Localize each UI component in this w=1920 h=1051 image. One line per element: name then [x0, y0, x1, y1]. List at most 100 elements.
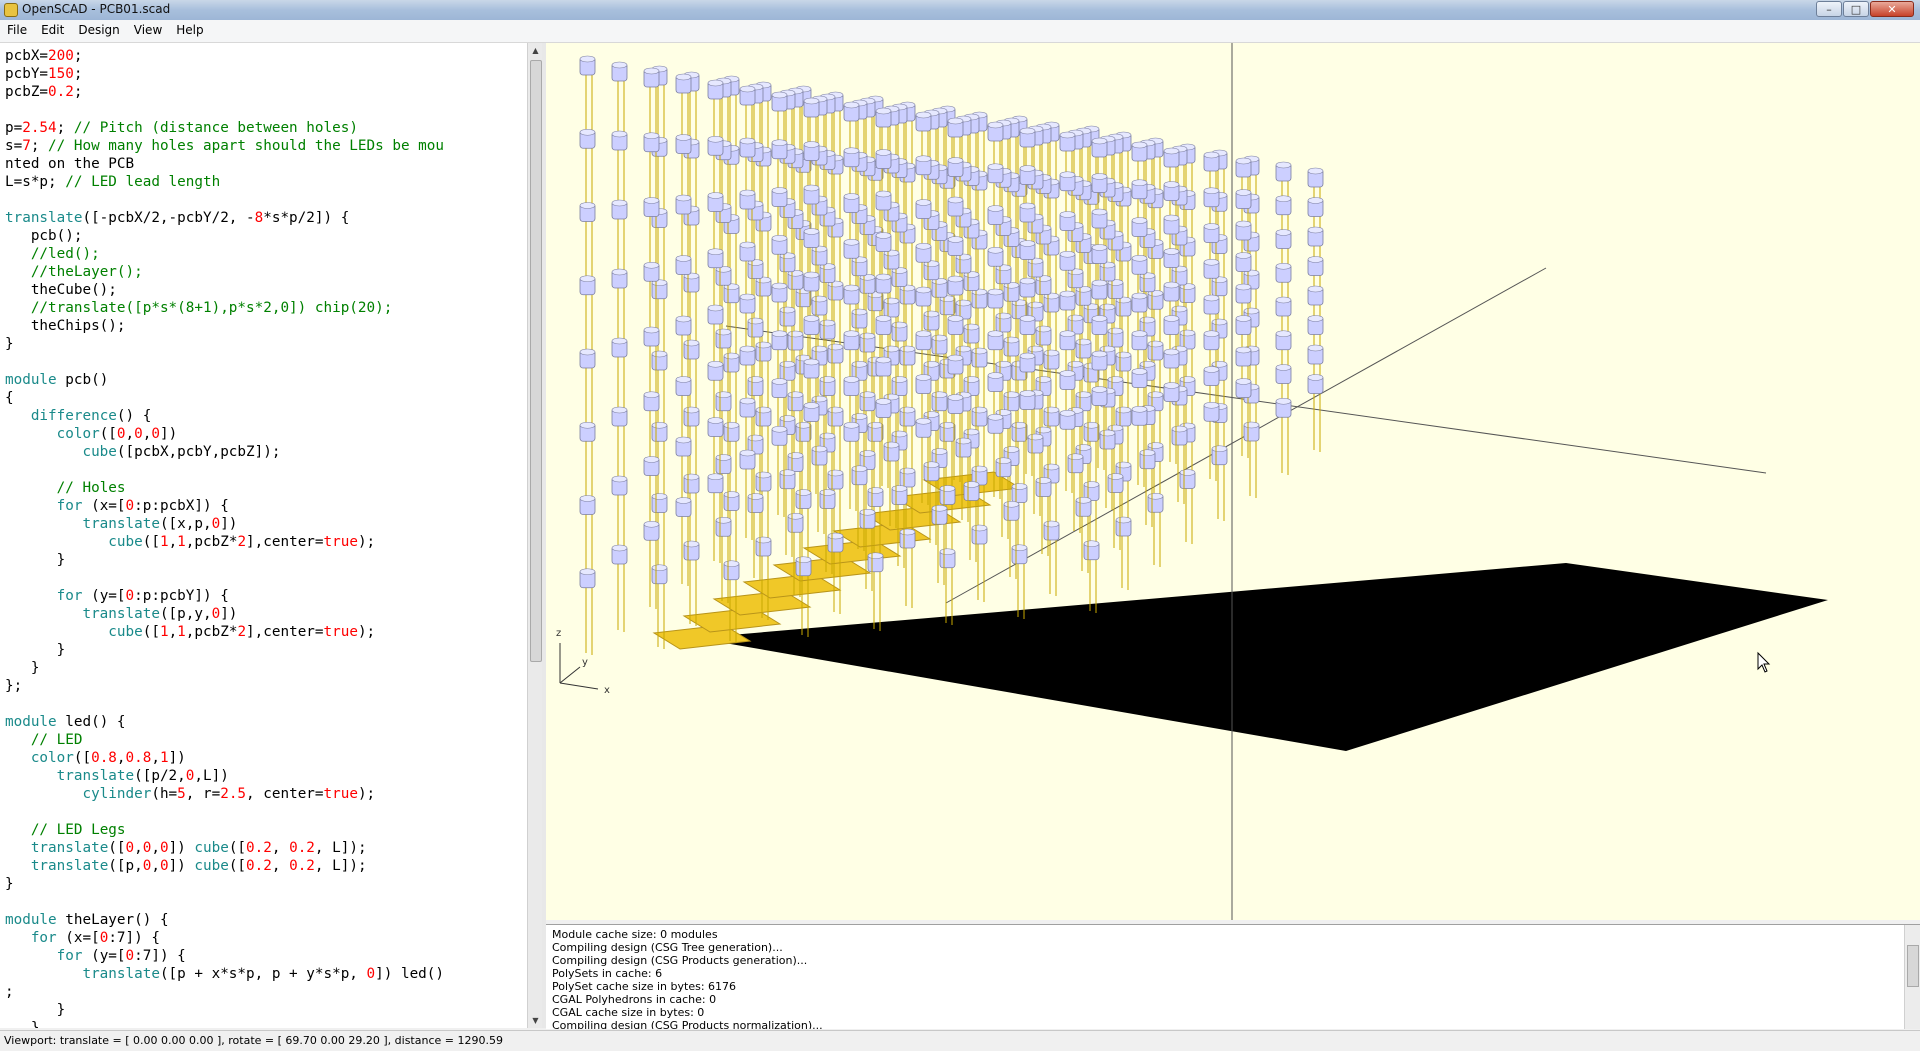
- minimize-button[interactable]: –: [1816, 1, 1842, 17]
- code-line[interactable]: [5, 353, 515, 371]
- code-line[interactable]: ;: [5, 983, 515, 1001]
- code-line[interactable]: // LED Legs: [5, 821, 515, 839]
- code-line[interactable]: };: [5, 677, 515, 695]
- code-line[interactable]: translate([-pcbX/2,-pcbY/2, -8*s*p/2]) {: [5, 209, 515, 227]
- menu-design[interactable]: Design: [71, 20, 126, 42]
- code-line[interactable]: theChips();: [5, 317, 515, 335]
- led-top: [1179, 469, 1196, 476]
- code-line[interactable]: // LED: [5, 731, 515, 749]
- 3d-viewport[interactable]: z x y: [546, 43, 1920, 920]
- console-line: PolySets in cache: 6: [552, 967, 663, 980]
- code-line[interactable]: cube([pcbX,pcbY,pcbZ]);: [5, 443, 515, 461]
- led-top: [1235, 157, 1252, 165]
- code-line[interactable]: translate([x,p,0]): [5, 515, 515, 533]
- code-line[interactable]: translate([p,y,0]): [5, 605, 515, 623]
- console-scroll-thumb[interactable]: [1907, 945, 1919, 987]
- led-top: [803, 271, 820, 279]
- code-line[interactable]: [5, 101, 515, 119]
- code-line[interactable]: }: [5, 1019, 515, 1028]
- code-line[interactable]: for (y=[0:7]) {: [5, 947, 515, 965]
- code-line[interactable]: module led() {: [5, 713, 515, 731]
- code-line[interactable]: {: [5, 389, 515, 407]
- code-line[interactable]: translate([0,0,0]) cube([0.2, 0.2, L]);: [5, 839, 515, 857]
- code-line[interactable]: module theLayer() {: [5, 911, 515, 929]
- code-line[interactable]: p=2.54; // Pitch (distance between holes…: [5, 119, 515, 137]
- code-line[interactable]: [5, 191, 515, 209]
- code-line[interactable]: nted on the PCB: [5, 155, 515, 173]
- led-top: [723, 352, 740, 360]
- code-line[interactable]: translate([p/2,0,L]): [5, 767, 515, 785]
- code-editor[interactable]: pcbX=200; pcbY=150; pcbZ=0.2; p=2.54; // P…: [0, 43, 528, 1028]
- code-line[interactable]: [5, 461, 515, 479]
- led-top: [1043, 520, 1060, 528]
- led-top: [1235, 346, 1252, 354]
- close-button[interactable]: ✕: [1870, 1, 1914, 17]
- code-line[interactable]: }: [5, 875, 515, 893]
- led-top: [771, 282, 788, 290]
- editor-scroll-thumb[interactable]: [530, 60, 542, 662]
- menu-edit[interactable]: Edit: [34, 20, 71, 42]
- code-line[interactable]: //translate([p*s*(8+1),p*s*2,0]) chip(20…: [5, 299, 515, 317]
- led-top: [707, 417, 724, 424]
- led-top: [683, 339, 700, 347]
- code-line[interactable]: }: [5, 1001, 515, 1019]
- code-line[interactable]: cube([1,1,pcbZ*2],center=true);: [5, 623, 515, 641]
- console-line: CGAL cache size in bytes: 0: [552, 1006, 705, 1019]
- led-top: [923, 310, 940, 318]
- code-line[interactable]: for (x=[0:7]) {: [5, 929, 515, 947]
- led-top: [1235, 378, 1252, 385]
- led-top: [1059, 370, 1076, 377]
- code-line[interactable]: pcbY=150;: [5, 65, 515, 83]
- code-text[interactable]: pcbX=200; pcbY=150; pcbZ=0.2; p=2.54; // P…: [5, 47, 515, 1028]
- code-line[interactable]: pcbX=200;: [5, 47, 515, 65]
- rendered-led-cube-scene[interactable]: z x y: [546, 43, 1920, 920]
- led-top: [987, 288, 1004, 296]
- code-line[interactable]: pcbZ=0.2;: [5, 83, 515, 101]
- code-line[interactable]: //theLayer();: [5, 263, 515, 281]
- menu-help[interactable]: Help: [169, 20, 210, 42]
- code-line[interactable]: for (x=[0:p:pcbX]) {: [5, 497, 515, 515]
- code-line[interactable]: [5, 695, 515, 713]
- code-line[interactable]: theCube();: [5, 281, 515, 299]
- code-line[interactable]: }: [5, 659, 515, 677]
- code-line[interactable]: [5, 569, 515, 587]
- code-line[interactable]: cylinder(h=5, r=2.5, center=true);: [5, 785, 515, 803]
- code-line[interactable]: difference() {: [5, 407, 515, 425]
- led-top: [771, 139, 788, 147]
- code-line[interactable]: translate([p,0,0]) cube([0.2, 0.2, L]);: [5, 857, 515, 875]
- led-top: [651, 493, 668, 500]
- led-top: [819, 432, 836, 440]
- led-top: [947, 196, 964, 204]
- code-line[interactable]: [5, 803, 515, 821]
- console-line: PolySet cache size in bytes: 6176: [552, 980, 737, 993]
- code-line[interactable]: cube([1,1,pcbZ*2],center=true);: [5, 533, 515, 551]
- code-line[interactable]: L=s*p; // LED lead length: [5, 173, 515, 191]
- code-line[interactable]: }: [5, 641, 515, 659]
- code-line[interactable]: module pcb(): [5, 371, 515, 389]
- code-line[interactable]: color([0.8,0.8,1]): [5, 749, 515, 767]
- code-line[interactable]: [5, 893, 515, 911]
- led-top: [995, 457, 1012, 465]
- maximize-button[interactable]: □: [1843, 1, 1869, 17]
- code-line[interactable]: translate([p + x*s*p, p + y*s*p, 0]) led…: [5, 965, 515, 983]
- code-line[interactable]: }: [5, 335, 515, 353]
- console-scrollbar[interactable]: [1904, 925, 1920, 1029]
- led-top: [1179, 376, 1196, 383]
- code-line[interactable]: pcb();: [5, 227, 515, 245]
- editor-scrollbar[interactable]: ▲ ▼: [527, 43, 543, 1028]
- code-line[interactable]: s=7; // How many holes apart should the …: [5, 137, 515, 155]
- code-line[interactable]: // Holes: [5, 479, 515, 497]
- led-top: [1067, 314, 1084, 322]
- led-top: [643, 197, 660, 204]
- led-top: [1131, 368, 1148, 375]
- menu-view[interactable]: View: [127, 20, 169, 42]
- menu-file[interactable]: File: [0, 20, 34, 42]
- code-line[interactable]: color([0,0,0]): [5, 425, 515, 443]
- led-top: [875, 315, 892, 322]
- led-top: [1019, 240, 1036, 247]
- code-line[interactable]: //led();: [5, 245, 515, 263]
- scroll-up-arrow-icon[interactable]: ▲: [528, 43, 543, 58]
- code-line[interactable]: }: [5, 551, 515, 569]
- scroll-down-arrow-icon[interactable]: ▼: [528, 1013, 543, 1028]
- code-line[interactable]: for (y=[0:p:pcbY]) {: [5, 587, 515, 605]
